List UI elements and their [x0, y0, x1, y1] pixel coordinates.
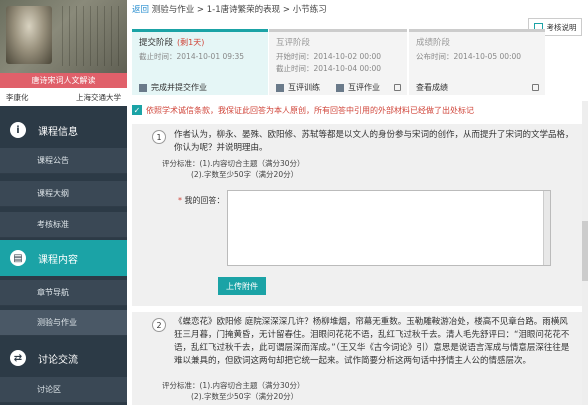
- question-card: 1 作者认为，柳永、晏殊、欧阳修、苏轼等都是以文人的身份参与宋词的创作，从而提升…: [132, 124, 582, 306]
- question-number: 2: [152, 318, 166, 332]
- main-content: 返回 测验与作业 > 1-1唐诗繁荣的表现 > 小节练习 考核说明 提交阶段 (剩…: [127, 0, 588, 405]
- required-star: *: [178, 196, 182, 205]
- teacher-row: 李康化 上海交通大学: [0, 88, 127, 106]
- nav-section-discussion[interactable]: ⇄ 讨论交流: [0, 340, 127, 376]
- grading-criteria: 评分标准：(1).内容切合主题（满分30分） (2).字数至少50字（满分20分…: [162, 380, 305, 402]
- exchange-icon: ⇄: [10, 350, 26, 366]
- peer-training-action[interactable]: 互评训练: [276, 82, 320, 93]
- sidebar-item-syllabus[interactable]: 课程大纲: [0, 181, 127, 207]
- answer-textarea[interactable]: [227, 190, 551, 266]
- lock-icon: [532, 84, 539, 91]
- course-portrait-image: [6, 6, 52, 64]
- action-label: 查看成绩: [416, 83, 448, 92]
- breadcrumb-separator: >: [194, 5, 205, 15]
- guide-label: 考核说明: [546, 22, 577, 32]
- stage-peer-review: 互评阶段 开始时间：2014-10-02 00:00 截止时间：2014-10-…: [269, 29, 407, 95]
- question-text: 作者认为，柳永、晏殊、欧阳修、苏轼等都是以文人的身份参与宋词的创作，从而提升了宋…: [174, 130, 574, 153]
- question-number: 1: [152, 130, 166, 144]
- sidebar-item-grading[interactable]: 考核标准: [0, 212, 127, 238]
- sidebar-item-forum[interactable]: 讨论区: [0, 377, 127, 403]
- stage-submit: 提交阶段 (剩1天) 截止时间：2014-10-01 09:35 完成并提交作业: [132, 29, 268, 95]
- peer-review-action[interactable]: 互评作业: [336, 82, 380, 93]
- checkbox-icon: [336, 83, 344, 92]
- action-label: 互评作业: [348, 83, 380, 92]
- question-card: 2 《蝶恋花》欧阳修 庭院深深深几许？杨柳堆烟，帘幕无重数。玉勒雕鞍游冶处，楼高…: [132, 312, 582, 405]
- sidebar-item-chapters[interactable]: 章节导航: [0, 280, 127, 306]
- lock-icon: [394, 84, 401, 91]
- criteria-label: 评分标准：: [162, 159, 200, 168]
- university-name: 上海交通大学: [76, 92, 121, 102]
- checkbox-checked-icon[interactable]: ✓: [132, 105, 142, 115]
- view-grades-action[interactable]: 查看成绩: [416, 82, 448, 93]
- course-title: 唐诗宋词人文解读: [0, 73, 127, 88]
- teacher-name: 李康化: [6, 92, 29, 102]
- info-icon: i: [10, 122, 26, 138]
- scrollbar-thumb[interactable]: [582, 221, 588, 281]
- page-scrollbar[interactable]: [582, 101, 588, 405]
- stage-grades: 成绩阶段 公布时间：2014-10-05 00:00 查看成绩: [409, 29, 545, 95]
- academic-integrity-notice: ✓ 依照学术诚信条款，我保证此回答为本人原创，所有回答中引用的外部材料已经做了出…: [132, 103, 582, 117]
- nav-section-label: 讨论交流: [38, 354, 78, 366]
- checkbox-icon: [276, 83, 284, 92]
- back-link[interactable]: 返回: [132, 5, 149, 15]
- criteria-item: (2).字数至少50字（满分20分）: [191, 392, 299, 401]
- sidebar-item-quizzes[interactable]: 测验与作业: [0, 310, 127, 336]
- criteria-item: (1).内容切合主题（满分30分）: [199, 381, 305, 390]
- grading-criteria: 评分标准：(1).内容切合主题（满分30分） (2).字数至少50字（满分20分…: [162, 158, 305, 180]
- stage-end-time: 截止时间：2014-10-04 00:00: [276, 64, 382, 73]
- nav-section-label: 课程信息: [38, 126, 78, 138]
- nav-section-label: 课程内容: [38, 254, 78, 266]
- calligraphy-image: [62, 6, 120, 66]
- breadcrumb-quizzes[interactable]: 测验与作业: [152, 5, 195, 15]
- action-label: 互评训练: [288, 83, 320, 92]
- stage-name: 成绩阶段: [416, 38, 451, 48]
- deadline-badge: (剩1天): [177, 38, 205, 47]
- course-banner: 唐诗宋词人文解读: [0, 0, 127, 88]
- question-text: 《蝶恋花》欧阳修 庭院深深深几许？杨柳堆烟，帘幕无重数。玉勒雕鞍游冶处，楼高不见…: [174, 317, 570, 366]
- answer-label: * 我的回答：: [178, 195, 225, 206]
- sidebar-item-announcement[interactable]: 课程公告: [0, 148, 127, 174]
- breadcrumb: 返回 测验与作业 > 1-1唐诗繁荣的表现 > 小节练习: [132, 3, 327, 15]
- criteria-label: 评分标准：: [162, 381, 200, 390]
- upload-attachment-button[interactable]: 上传附件: [218, 277, 266, 295]
- stage-name: 提交阶段: [139, 38, 174, 48]
- sidebar: 唐诗宋词人文解读 李康化 上海交通大学 i 课程信息 课程公告 课程大纲 考核标…: [0, 0, 127, 405]
- breadcrumb-current: 小节练习: [292, 5, 327, 15]
- action-label: 完成并提交作业: [151, 83, 207, 92]
- answer-label-text: 我的回答：: [184, 196, 225, 205]
- book-icon: ▤: [10, 250, 26, 266]
- checkbox-icon: [139, 83, 147, 92]
- submit-homework-action[interactable]: 完成并提交作业: [139, 82, 207, 93]
- criteria-item: (1).内容切合主题（满分30分）: [199, 159, 305, 168]
- stage-start-time: 开始时间：2014-10-02 00:00: [276, 52, 382, 61]
- stage-publish-time: 公布时间：2014-10-05 00:00: [416, 52, 522, 61]
- breadcrumb-lesson[interactable]: 1-1唐诗繁荣的表现: [207, 5, 280, 15]
- stage-deadline: 截止时间：2014-10-01 09:35: [139, 52, 245, 61]
- stage-name: 互评阶段: [276, 38, 311, 48]
- notice-text: 依照学术诚信条款，我保证此回答为本人原创，所有回答中引用的外部材料已经做了出处标…: [146, 105, 474, 115]
- textarea-scrollbar[interactable]: [543, 191, 550, 265]
- breadcrumb-separator: >: [280, 5, 290, 15]
- nav-section-course-content[interactable]: ▤ 课程内容: [0, 240, 127, 276]
- nav-section-course-info[interactable]: i 课程信息: [0, 112, 127, 148]
- criteria-item: (2).字数至少50字（满分20分）: [191, 170, 299, 179]
